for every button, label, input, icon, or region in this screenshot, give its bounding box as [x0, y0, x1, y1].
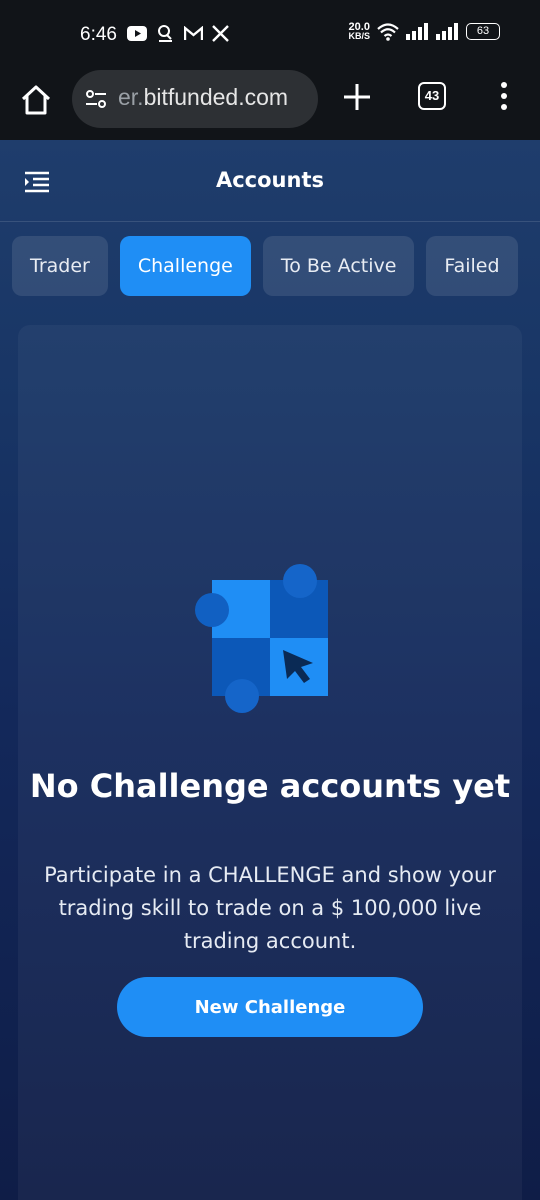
status-bar: 6:46 20.0 KB/S 63: [0, 0, 540, 70]
page-title: Accounts: [215, 168, 324, 192]
home-icon[interactable]: [18, 82, 54, 118]
new-tab-icon[interactable]: [340, 80, 374, 114]
youtube-icon: [127, 26, 147, 41]
app-header: Accounts: [0, 140, 540, 222]
x-icon: [212, 25, 229, 42]
wifi-icon: [377, 23, 399, 41]
system-icons: 20.0 KB/S 63: [348, 20, 500, 41]
signal-icon: [406, 23, 428, 40]
status-time: 6:46: [80, 24, 117, 45]
browser-toolbar: er.bitfunded.com 43: [0, 70, 540, 140]
page-content: Accounts Trader Challenge To Be Active F…: [0, 140, 540, 1200]
empty-state-card: No Challenge accounts yet Participate in…: [18, 325, 522, 1200]
new-challenge-button[interactable]: New Challenge: [117, 977, 423, 1037]
empty-state-description: Participate in a CHALLENGE and show your…: [44, 863, 496, 953]
address-bar[interactable]: er.bitfunded.com: [72, 70, 318, 128]
tab-failed[interactable]: Failed: [426, 236, 518, 296]
empty-state-illustration: [195, 564, 328, 713]
app-icon: [158, 25, 172, 42]
tab-to-be-active[interactable]: To Be Active: [262, 236, 415, 296]
gmail-icon: [184, 26, 203, 40]
tab-switcher-button[interactable]: 43: [418, 82, 446, 110]
browser-menu-icon[interactable]: [494, 82, 514, 112]
signal-icon: [436, 23, 458, 40]
tab-trader[interactable]: Trader: [12, 236, 108, 296]
battery-indicator: 63: [466, 23, 500, 40]
net-speed: 20.0 KB/S: [348, 20, 370, 41]
notification-icons: [127, 24, 229, 43]
site-settings-icon[interactable]: [84, 87, 108, 111]
tab-challenge[interactable]: Challenge: [119, 236, 251, 296]
account-tabs: Trader Challenge To Be Active Failed: [12, 236, 518, 296]
url-text: er.bitfunded.com: [118, 84, 289, 110]
empty-state-title: No Challenge accounts yet: [29, 767, 511, 805]
